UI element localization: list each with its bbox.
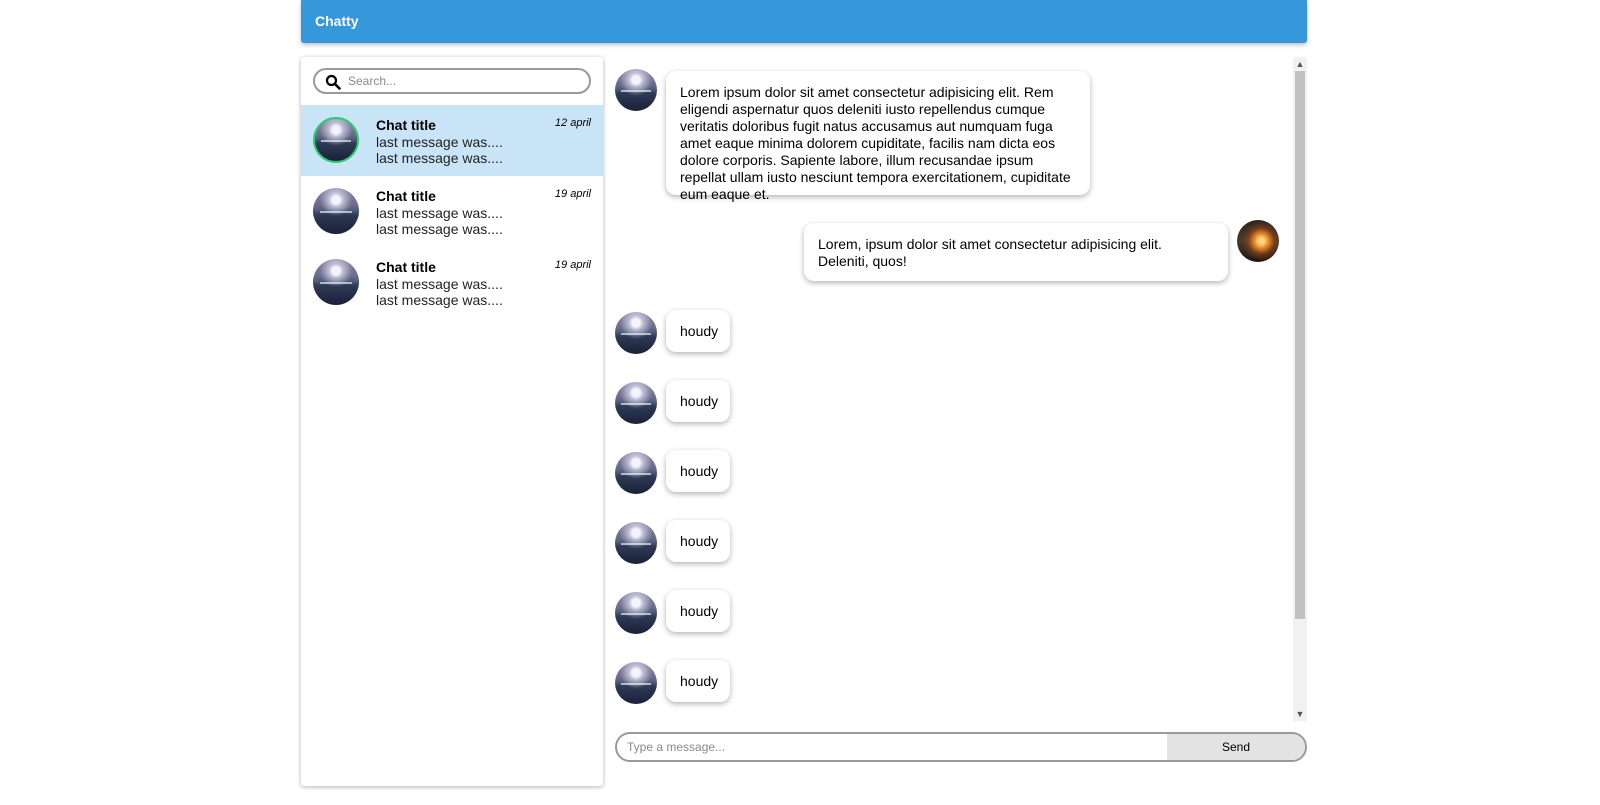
search-input[interactable] — [348, 72, 578, 90]
conversation-panel: Lorem ipsum dolor sit amet consectetur a… — [615, 57, 1307, 786]
message-composer: Send — [615, 732, 1307, 762]
chat-last-message: last message was.... — [376, 150, 503, 166]
chat-avatar — [313, 188, 359, 234]
message-scrollbar[interactable]: ▲ ▼ — [1293, 57, 1307, 721]
chat-date: 19 april — [554, 259, 591, 271]
sender-avatar — [615, 452, 657, 494]
scroll-up-icon[interactable]: ▲ — [1293, 57, 1307, 71]
scrollbar-thumb[interactable] — [1295, 71, 1305, 619]
message-input[interactable] — [627, 738, 1147, 756]
message-bubble: houdy — [666, 380, 730, 422]
message-bubble: houdy — [666, 660, 730, 702]
message-bubble: Lorem, ipsum dolor sit amet consectetur … — [804, 223, 1228, 281]
search-icon — [325, 74, 341, 90]
chat-date: 19 april — [554, 188, 591, 200]
chat-last-message: last message was.... — [376, 276, 503, 292]
chat-title: Chat title — [376, 117, 436, 133]
sender-avatar — [615, 69, 657, 111]
chat-last-message: last message was.... — [376, 292, 503, 308]
chat-last-message: last message was.... — [376, 134, 503, 150]
chat-last-message: last message was.... — [376, 205, 503, 221]
sender-avatar — [615, 592, 657, 634]
sender-avatar — [615, 312, 657, 354]
message-list[interactable]: Lorem ipsum dolor sit amet consectetur a… — [615, 57, 1285, 721]
top-bar: Chatty — [301, 0, 1307, 43]
sender-avatar — [615, 522, 657, 564]
scroll-down-icon[interactable]: ▼ — [1293, 707, 1307, 721]
message-bubble: houdy — [666, 310, 730, 352]
app-window: Chatty Chat title last message was.... l… — [301, 0, 1307, 805]
message-bubble: Lorem ipsum dolor sit amet consectetur a… — [666, 71, 1090, 202]
message-bubble: houdy — [666, 520, 730, 562]
sender-avatar — [615, 382, 657, 424]
chat-title: Chat title — [376, 259, 436, 275]
send-button[interactable]: Send — [1167, 734, 1305, 760]
chat-list-sidebar: Chat title last message was.... last mes… — [301, 57, 603, 786]
sender-avatar — [615, 662, 657, 704]
chat-last-message: last message was.... — [376, 221, 503, 237]
user-avatar — [1237, 220, 1279, 262]
chat-date: 12 april — [554, 117, 591, 129]
chat-list-item[interactable]: Chat title last message was.... last mes… — [301, 247, 603, 318]
chat-avatar — [313, 117, 359, 163]
message-bubble: houdy — [666, 450, 730, 492]
chat-list-item[interactable]: Chat title last message was.... last mes… — [301, 176, 603, 247]
chat-list-item[interactable]: Chat title last message was.... last mes… — [301, 105, 603, 176]
chat-avatar — [313, 259, 359, 305]
chat-title: Chat title — [376, 188, 436, 204]
message-bubble: houdy — [666, 590, 730, 632]
search-box — [313, 68, 591, 94]
app-title: Chatty — [315, 13, 359, 29]
